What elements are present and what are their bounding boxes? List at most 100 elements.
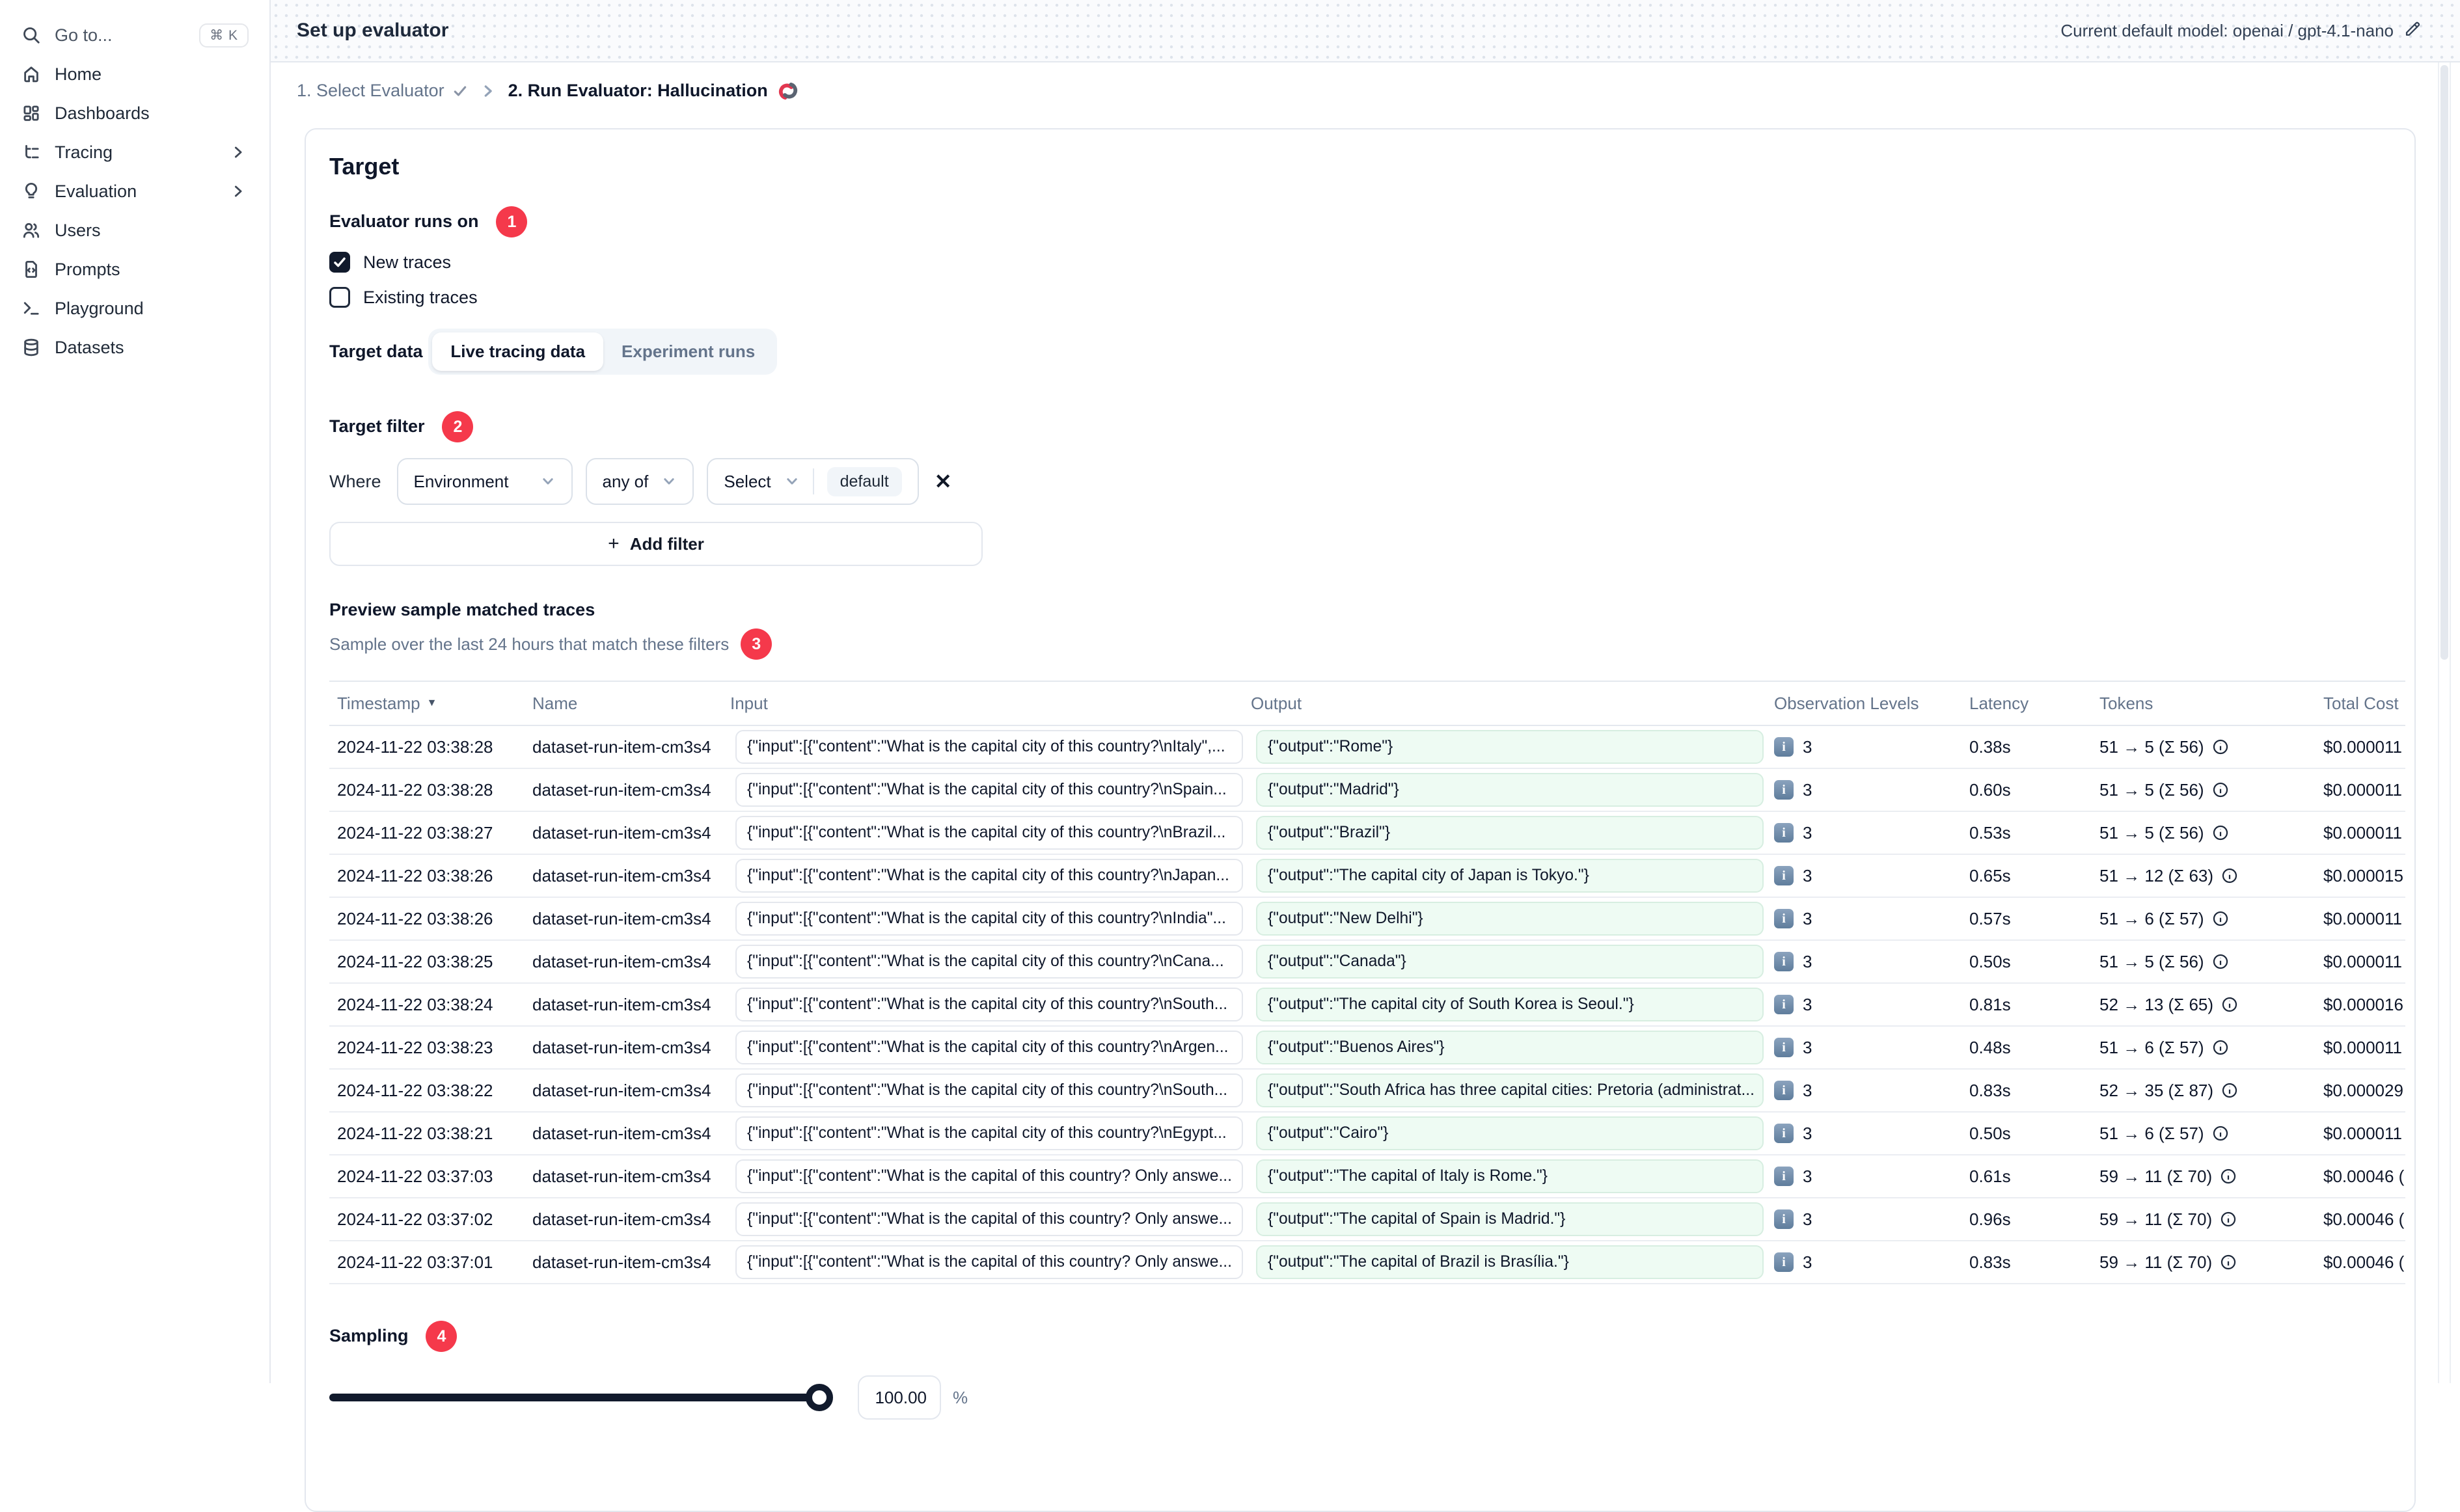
tokens-info-icon[interactable] <box>2212 1039 2229 1056</box>
sampling-slider[interactable] <box>329 1384 833 1411</box>
table-row[interactable]: 2024-11-22 03:38:27 dataset-run-item-cm3… <box>329 812 2405 855</box>
cell-tokens: 51 → 6 (Σ 57) <box>2092 1124 2316 1144</box>
tokens-info-icon[interactable] <box>2220 1254 2237 1271</box>
cell-output: {"output":"The capital city of Japan is … <box>1243 859 1766 893</box>
sidebar-item-home[interactable]: Home <box>13 55 256 94</box>
cell-tokens: 52 → 13 (Σ 65) <box>2092 995 2316 1015</box>
table-row[interactable]: 2024-11-22 03:37:03 dataset-run-item-cm3… <box>329 1155 2405 1198</box>
cell-timestamp: 2024-11-22 03:38:26 <box>337 908 493 928</box>
goto-search[interactable]: Go to... ⌘ K <box>13 16 256 55</box>
sampling-label: Sampling <box>329 1325 409 1345</box>
observation-count: 3 <box>1803 736 1812 757</box>
table-row[interactable]: 2024-11-22 03:38:26 dataset-run-item-cm3… <box>329 898 2405 941</box>
observation-count: 3 <box>1803 1123 1812 1143</box>
output-preview-box[interactable]: {"output":"Brazil"} <box>1256 816 1764 850</box>
col-input: Input <box>730 693 768 713</box>
tab-experiment-runs[interactable]: Experiment runs <box>603 332 773 371</box>
tokens-info-icon[interactable] <box>2212 953 2229 970</box>
table-row[interactable]: 2024-11-22 03:37:01 dataset-run-item-cm3… <box>329 1241 2405 1284</box>
remove-filter-button[interactable]: ✕ <box>935 469 952 494</box>
tokens-info-icon[interactable] <box>2212 781 2229 798</box>
output-preview-box[interactable]: {"output":"Madrid"} <box>1256 773 1764 807</box>
input-preview-box[interactable]: {"input":[{"content":"What is the capita… <box>735 1159 1243 1193</box>
tokens-info-icon[interactable] <box>2212 910 2229 927</box>
tokens-info-icon[interactable] <box>2220 1211 2237 1228</box>
new-traces-checkbox[interactable] <box>329 252 350 273</box>
input-preview-box[interactable]: {"input":[{"content":"What is the capita… <box>735 1073 1243 1107</box>
sampling-value-input[interactable] <box>858 1375 941 1420</box>
existing-traces-checkbox[interactable] <box>329 287 350 308</box>
cell-observation-levels: i 3 <box>1766 952 1961 972</box>
cell-total-cost: $0.000011 ( <box>2323 822 2405 843</box>
input-preview-box[interactable]: {"input":[{"content":"What is the capita… <box>735 1116 1243 1150</box>
output-preview-box[interactable]: {"output":"The capital of Italy is Rome.… <box>1256 1159 1764 1193</box>
input-preview-box[interactable]: {"input":[{"content":"What is the capita… <box>735 945 1243 979</box>
sidebar-item-evaluation[interactable]: Evaluation <box>13 172 256 211</box>
output-preview-box[interactable]: {"output":"The capital city of South Kor… <box>1256 988 1764 1021</box>
cell-output: {"output":"The capital of Italy is Rome.… <box>1243 1159 1766 1193</box>
input-preview-box[interactable]: {"input":[{"content":"What is the capita… <box>735 816 1243 850</box>
tokens-info-icon[interactable] <box>2212 738 2229 755</box>
sampling-slider-handle[interactable] <box>806 1384 833 1411</box>
input-preview-box[interactable]: {"input":[{"content":"What is the capita… <box>735 730 1243 764</box>
add-filter-button[interactable]: + Add filter <box>329 522 983 566</box>
output-preview-box[interactable]: {"output":"The capital city of Japan is … <box>1256 859 1764 893</box>
input-preview-box[interactable]: {"input":[{"content":"What is the capita… <box>735 859 1243 893</box>
output-preview-box[interactable]: {"output":"South Africa has three capita… <box>1256 1073 1764 1107</box>
sidebar-item-datasets[interactable]: Datasets <box>13 328 256 367</box>
table-row[interactable]: 2024-11-22 03:38:23 dataset-run-item-cm3… <box>329 1027 2405 1070</box>
output-preview-box[interactable]: {"output":"New Delhi"} <box>1256 902 1764 936</box>
tokens-info-icon[interactable] <box>2221 867 2238 884</box>
output-preview-box[interactable]: {"output":"Cairo"} <box>1256 1116 1764 1150</box>
input-preview-box[interactable]: {"input":[{"content":"What is the capita… <box>735 1202 1243 1236</box>
table-row[interactable]: 2024-11-22 03:38:22 dataset-run-item-cm3… <box>329 1070 2405 1113</box>
scrollbar-thumb[interactable] <box>2440 65 2448 660</box>
cell-observation-levels: i 3 <box>1766 1167 1961 1187</box>
table-row[interactable]: 2024-11-22 03:38:25 dataset-run-item-cm3… <box>329 941 2405 984</box>
runs-on-label: Evaluator runs on <box>329 211 479 231</box>
output-preview-box[interactable]: {"output":"Rome"} <box>1256 730 1764 764</box>
sidebar-item-users[interactable]: Users <box>13 211 256 250</box>
filter-value-select[interactable]: Select default <box>707 458 919 505</box>
sidebar-item-prompts[interactable]: Prompts <box>13 250 256 289</box>
table-row[interactable]: 2024-11-22 03:38:28 dataset-run-item-cm3… <box>329 769 2405 812</box>
input-preview-box[interactable]: {"input":[{"content":"What is the capita… <box>735 773 1243 807</box>
sidebar-item-dashboards[interactable]: Dashboards <box>13 94 256 133</box>
tokens-info-icon[interactable] <box>2221 996 2238 1013</box>
table-row[interactable]: 2024-11-22 03:37:02 dataset-run-item-cm3… <box>329 1198 2405 1241</box>
step-select-evaluator[interactable]: 1. Select Evaluator <box>297 81 468 101</box>
input-preview-box[interactable]: {"input":[{"content":"What is the capita… <box>735 1245 1243 1279</box>
input-preview-box[interactable]: {"input":[{"content":"What is the capita… <box>735 902 1243 936</box>
output-preview-box[interactable]: {"output":"The capital of Spain is Madri… <box>1256 1202 1764 1236</box>
table-row[interactable]: 2024-11-22 03:38:26 dataset-run-item-cm3… <box>329 855 2405 898</box>
input-preview-box[interactable]: {"input":[{"content":"What is the capita… <box>735 1031 1243 1064</box>
tokens-info-icon[interactable] <box>2220 1168 2237 1185</box>
table-row[interactable]: 2024-11-22 03:38:28 dataset-run-item-cm3… <box>329 726 2405 769</box>
page-scrollbar[interactable] <box>2438 62 2451 1383</box>
output-preview-box[interactable]: {"output":"The capital of Brazil is Bras… <box>1256 1245 1764 1279</box>
filter-operator-select[interactable]: any of <box>585 458 694 505</box>
tokens-info-icon[interactable] <box>2212 824 2229 841</box>
col-name: Name <box>532 693 578 713</box>
filter-field-select[interactable]: Environment <box>396 458 573 505</box>
step-run-evaluator[interactable]: 2. Run Evaluator: Hallucination <box>508 81 799 101</box>
output-preview-box[interactable]: {"output":"Canada"} <box>1256 945 1764 979</box>
sidebar-item-label: Users <box>55 220 101 240</box>
cell-output: {"output":"South Africa has three capita… <box>1243 1073 1766 1107</box>
col-timestamp[interactable]: Timestamp ▼ <box>329 694 525 714</box>
observation-count: 3 <box>1803 822 1812 843</box>
tokens-info-icon[interactable] <box>2221 1082 2238 1099</box>
cell-output: {"output":"New Delhi"} <box>1243 902 1766 936</box>
tab-live-tracing-data[interactable]: Live tracing data <box>432 332 604 371</box>
cell-name: dataset-run-item-cm3s4 <box>532 779 711 800</box>
sidebar-item-tracing[interactable]: Tracing <box>13 133 256 172</box>
edit-model-button[interactable] <box>2404 20 2421 42</box>
info-square-icon: i <box>1774 780 1794 800</box>
tokens-info-icon[interactable] <box>2212 1125 2229 1142</box>
input-preview-box[interactable]: {"input":[{"content":"What is the capita… <box>735 988 1243 1021</box>
table-row[interactable]: 2024-11-22 03:38:24 dataset-run-item-cm3… <box>329 984 2405 1027</box>
table-row[interactable]: 2024-11-22 03:38:21 dataset-run-item-cm3… <box>329 1113 2405 1155</box>
sidebar-item-label: Datasets <box>55 337 124 357</box>
output-preview-box[interactable]: {"output":"Buenos Aires"} <box>1256 1031 1764 1064</box>
sidebar-item-playground[interactable]: Playground <box>13 289 256 328</box>
